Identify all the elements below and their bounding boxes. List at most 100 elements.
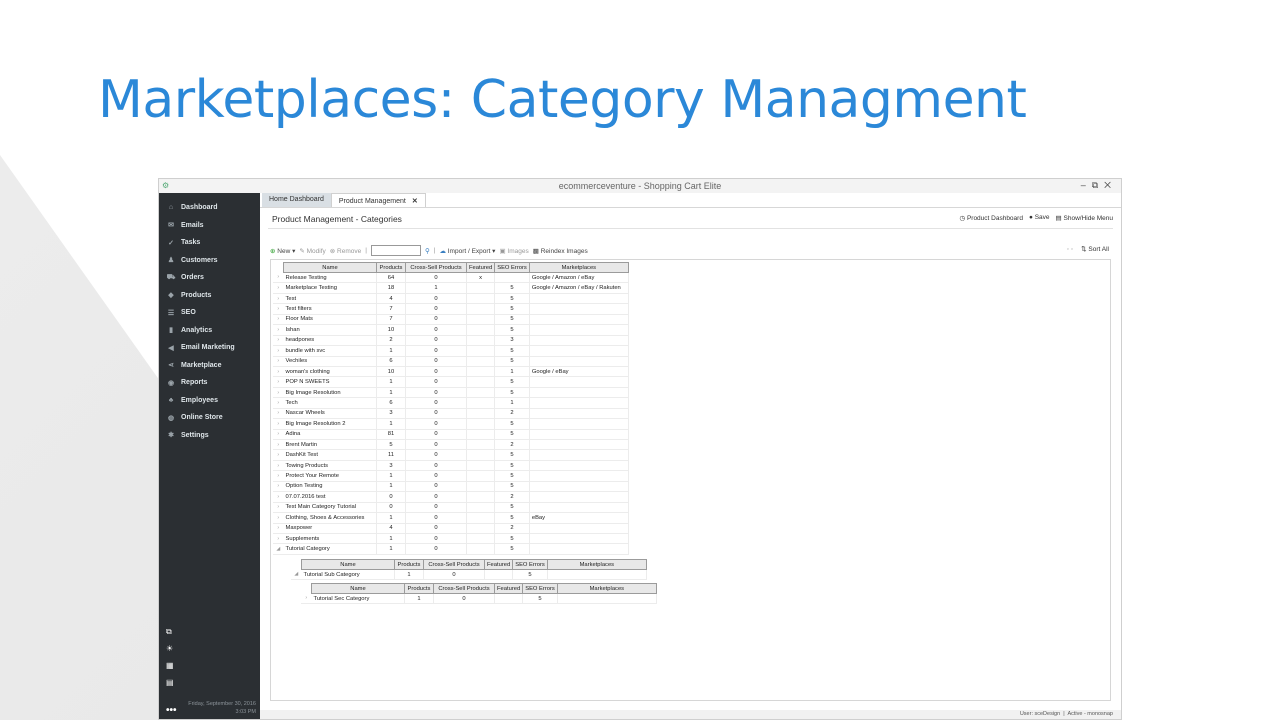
column-header[interactable]: Marketplaces bbox=[556, 583, 657, 594]
table-row[interactable]: › Option Testing 1 0 5 bbox=[273, 481, 629, 493]
column-header[interactable]: Marketplaces bbox=[528, 262, 629, 273]
sidebar-item-products[interactable]: ◆ Products bbox=[159, 287, 260, 305]
table-row[interactable]: › Towing Products 3 0 5 bbox=[273, 460, 629, 472]
expand-icon[interactable]: › bbox=[273, 523, 284, 534]
expand-icon[interactable]: › bbox=[273, 418, 284, 430]
column-header[interactable]: Cross-Sell Products bbox=[405, 262, 467, 273]
column-header[interactable]: Name bbox=[283, 262, 377, 273]
expand-icon[interactable]: › bbox=[273, 282, 284, 294]
tab-product-management[interactable]: Product Management ✕ bbox=[330, 193, 426, 208]
expand-icon[interactable]: › bbox=[273, 366, 284, 378]
sidebar-item-seo[interactable]: ☰ SEO bbox=[159, 304, 260, 322]
product-dashboard-button[interactable]: ◷ Product Dashboard bbox=[959, 214, 1023, 222]
close-icon[interactable]: ✕ bbox=[1104, 180, 1117, 190]
column-header[interactable]: Featured bbox=[465, 262, 496, 273]
table-row[interactable]: › Test Main Category Tutorial 0 0 5 bbox=[273, 502, 629, 514]
sidebar-item-reports[interactable]: ◉ Reports bbox=[159, 374, 260, 392]
table-row[interactable]: › bundle with svc 1 0 5 bbox=[273, 345, 629, 357]
expand-icon[interactable]: › bbox=[273, 314, 284, 326]
collapse-icon[interactable]: ◢ bbox=[291, 569, 302, 581]
expand-icon[interactable]: › bbox=[273, 335, 284, 347]
table-row[interactable]: ◢ Tutorial Sub Category 1 0 5 bbox=[291, 569, 647, 581]
expand-icon[interactable]: › bbox=[273, 491, 284, 503]
column-header[interactable]: Products bbox=[376, 262, 406, 273]
new-button[interactable]: ⊕ New ▾ bbox=[270, 247, 295, 255]
sidebar-item-customers[interactable]: ♟ Customers bbox=[159, 252, 260, 270]
table-row[interactable]: › Clothing, Shoes & Accessories 1 0 5 eBay bbox=[273, 512, 629, 524]
expand-icon[interactable]: › bbox=[273, 429, 284, 441]
column-header[interactable]: Products bbox=[404, 583, 434, 594]
expand-icon[interactable]: › bbox=[273, 293, 284, 305]
expand-icon[interactable]: › bbox=[273, 460, 284, 472]
images-button[interactable]: ▣ Images bbox=[499, 247, 528, 255]
restore-icon[interactable]: ⧉ bbox=[1092, 180, 1104, 190]
expand-icon[interactable]: › bbox=[273, 272, 284, 284]
search-input[interactable] bbox=[370, 245, 421, 256]
table-row[interactable]: › Adina 81 0 5 bbox=[273, 429, 629, 441]
import-export-button[interactable]: ☁ Import / Export ▾ bbox=[439, 247, 495, 255]
sidebar-item-emails[interactable]: ✉ Emails bbox=[159, 217, 260, 235]
expand-icon[interactable]: › bbox=[273, 439, 284, 451]
modify-button[interactable]: ✎ Modify bbox=[299, 247, 325, 255]
table-row[interactable]: › 07.07.2016 test 0 0 2 bbox=[273, 491, 629, 503]
expand-icon[interactable]: › bbox=[273, 470, 284, 482]
column-header[interactable]: Products bbox=[394, 559, 424, 570]
minimize-icon[interactable]: – bbox=[1081, 180, 1092, 190]
column-header[interactable]: SEO Errors bbox=[522, 583, 558, 594]
collapse-icon[interactable]: ◢ bbox=[273, 543, 284, 555]
column-header[interactable]: Name bbox=[301, 559, 395, 570]
table-row[interactable]: › Tech 6 0 1 bbox=[273, 397, 629, 409]
save-button[interactable]: ● Save bbox=[1029, 214, 1050, 222]
column-header[interactable]: Name bbox=[311, 583, 405, 594]
reindex-images-button[interactable]: ▩ Reindex Images bbox=[533, 247, 588, 255]
table-row[interactable]: › Vechiles 6 0 5 bbox=[273, 356, 629, 367]
table-row[interactable]: › Test filters 7 0 5 bbox=[273, 303, 629, 315]
table-row[interactable]: › Tutorial Sec Category 1 0 5 bbox=[301, 593, 657, 605]
table-row[interactable]: › POP N SWEETS 1 0 5 bbox=[273, 376, 629, 388]
column-header[interactable]: Featured bbox=[483, 559, 514, 570]
sidebar-item-email-marketing[interactable]: ◀ Email Marketing bbox=[159, 339, 260, 357]
expand-icon[interactable]: › bbox=[273, 324, 284, 336]
sidebar-item-orders[interactable]: ⛟ Orders bbox=[159, 269, 260, 287]
tab-close-icon[interactable]: ✕ bbox=[412, 198, 418, 205]
column-header[interactable]: Cross-Sell Products bbox=[433, 583, 495, 594]
table-row[interactable]: › Test 4 0 5 bbox=[273, 293, 629, 305]
table-row[interactable]: › Big Image Resolution 1 0 5 bbox=[273, 387, 629, 399]
table-row[interactable]: › Floor Mats 7 0 5 bbox=[273, 314, 629, 326]
expand-icon[interactable]: › bbox=[301, 593, 312, 605]
expand-icon[interactable]: › bbox=[273, 449, 284, 461]
sort-all-button[interactable]: ⇅ Sort All bbox=[1081, 246, 1109, 253]
table-row[interactable]: › DashKit Test 11 0 5 bbox=[273, 449, 629, 461]
more-icon[interactable]: ••• bbox=[166, 705, 177, 716]
expand-icon[interactable]: › bbox=[273, 356, 284, 367]
table-row[interactable]: › Release Testing 64 0 x Google / Amazon / eB… bbox=[273, 272, 629, 284]
expand-icon[interactable]: › bbox=[273, 397, 284, 409]
sidebar-item-dashboard[interactable]: ⌂ Dashboard bbox=[159, 199, 260, 217]
sidebar-item-marketplace[interactable]: ⋖ Marketplace bbox=[159, 357, 260, 375]
sidebar-item-analytics[interactable]: ▮ Analytics bbox=[159, 322, 260, 340]
tab-home-dashboard[interactable]: Home Dashboard bbox=[262, 193, 331, 207]
expand-icon[interactable]: › bbox=[273, 345, 284, 357]
sidebar-item-online-store[interactable]: ◍ Online Store bbox=[159, 409, 260, 427]
lightbulb-icon[interactable]: ☀ bbox=[166, 644, 180, 661]
table-row[interactable]: ◢ Tutorial Category 1 0 5 bbox=[273, 543, 629, 555]
move-up-icon[interactable]: ◦ ◦ bbox=[1067, 246, 1073, 253]
expand-icon[interactable]: › bbox=[273, 512, 284, 524]
sidebar-item-tasks[interactable]: ✓ Tasks bbox=[159, 234, 260, 252]
table-row[interactable]: › Supplements 1 0 5 bbox=[273, 533, 629, 545]
table-row[interactable]: › Ishan 10 0 5 bbox=[273, 324, 629, 336]
calendar-icon[interactable]: ▤ bbox=[166, 678, 180, 695]
sidebar-item-employees[interactable]: ♣ Employees bbox=[159, 392, 260, 410]
sidebar-item-settings[interactable]: ✱ Settings bbox=[159, 427, 260, 445]
expand-icon[interactable]: › bbox=[273, 303, 284, 315]
table-row[interactable]: › Big Image Resolution 210 5 bbox=[273, 418, 629, 430]
show-hide-menu-button[interactable]: ▤ Show/Hide Menu bbox=[1056, 214, 1113, 222]
column-header[interactable]: Marketplaces bbox=[546, 559, 647, 570]
column-header[interactable]: Featured bbox=[493, 583, 524, 594]
expand-icon[interactable]: › bbox=[273, 481, 284, 493]
table-row[interactable]: › Protect Your Remote 1 0 5 bbox=[273, 470, 629, 482]
table-row[interactable]: › Marketplace Testing 18 1 5 Google / Amazon … bbox=[273, 282, 629, 294]
column-header[interactable]: SEO Errors bbox=[494, 262, 530, 273]
expand-icon[interactable]: › bbox=[273, 376, 284, 388]
expand-icon[interactable]: › bbox=[273, 408, 284, 420]
